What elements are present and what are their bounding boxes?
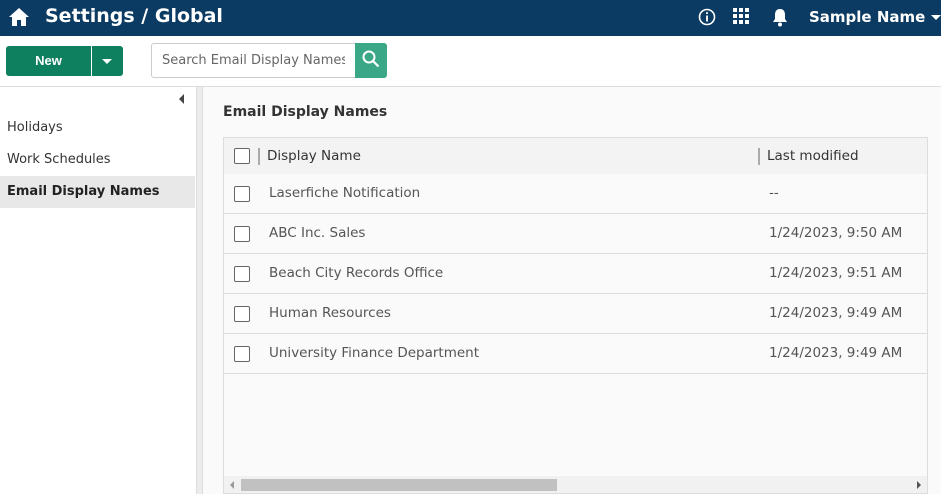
search-input[interactable] <box>151 43 356 78</box>
last-modified-cell: -- <box>769 185 779 201</box>
search-button[interactable] <box>355 43 387 78</box>
row-checkbox[interactable] <box>234 186 250 202</box>
display-name-cell: University Finance Department <box>269 345 480 361</box>
new-button[interactable]: New <box>6 46 91 76</box>
pane-splitter[interactable] <box>196 87 203 494</box>
top-bar: Settings / Global Sample Name <box>0 0 941 36</box>
horizontal-scrollbar[interactable] <box>224 476 927 493</box>
table-row[interactable]: University Finance Department 1/24/2023,… <box>224 334 927 374</box>
last-modified-cell: 1/24/2023, 9:50 AM <box>769 225 903 241</box>
scrollbar-thumb[interactable] <box>241 479 557 491</box>
collapse-sidebar-icon[interactable] <box>179 94 184 104</box>
display-name-cell: Human Resources <box>269 305 391 321</box>
bell-icon[interactable] <box>771 8 789 27</box>
table-row[interactable]: ABC Inc. Sales 1/24/2023, 9:50 AM <box>224 214 927 254</box>
row-checkbox[interactable] <box>234 266 250 282</box>
search-icon <box>362 50 380 68</box>
sidebar: Holidays Work Schedules Email Display Na… <box>0 87 196 494</box>
last-modified-cell: 1/24/2023, 9:49 AM <box>769 345 903 361</box>
scroll-left-icon[interactable] <box>230 481 234 489</box>
row-checkbox[interactable] <box>234 346 250 362</box>
info-icon[interactable] <box>698 8 716 26</box>
section-heading: Email Display Names <box>223 104 388 120</box>
user-name: Sample Name <box>809 8 926 26</box>
scroll-right-icon[interactable] <box>917 481 921 489</box>
table-row[interactable]: Human Resources 1/24/2023, 9:49 AM <box>224 294 927 334</box>
display-name-cell: ABC Inc. Sales <box>269 225 366 241</box>
table-header: Display Name Last modified <box>224 138 927 174</box>
column-divider[interactable] <box>758 148 760 165</box>
last-modified-cell: 1/24/2023, 9:49 AM <box>769 305 903 321</box>
user-menu[interactable]: Sample Name <box>809 8 941 26</box>
last-modified-cell: 1/24/2023, 9:51 AM <box>769 265 903 281</box>
table-row[interactable]: Beach City Records Office 1/24/2023, 9:5… <box>224 254 927 294</box>
display-name-cell: Laserfiche Notification <box>269 185 421 201</box>
row-checkbox[interactable] <box>234 306 250 322</box>
display-names-table: Display Name Last modified Laserfiche No… <box>223 137 928 494</box>
table-row[interactable]: Laserfiche Notification -- <box>224 174 927 214</box>
column-header-display-name[interactable]: Display Name <box>267 148 361 164</box>
caret-down-icon <box>930 15 941 20</box>
page-title: Settings / Global <box>45 5 223 27</box>
sidebar-item-holidays[interactable]: Holidays <box>0 112 195 144</box>
row-checkbox[interactable] <box>234 226 250 242</box>
column-header-last-modified[interactable]: Last modified <box>767 148 859 164</box>
toolbar: New <box>0 36 941 87</box>
select-all-checkbox[interactable] <box>234 148 250 164</box>
column-divider[interactable] <box>258 148 260 165</box>
sidebar-item-work-schedules[interactable]: Work Schedules <box>0 144 195 176</box>
apps-grid-icon[interactable] <box>733 8 750 25</box>
display-name-cell: Beach City Records Office <box>269 265 444 281</box>
sidebar-item-email-display-names[interactable]: Email Display Names <box>0 176 195 208</box>
new-dropdown-button[interactable] <box>92 46 123 76</box>
home-icon[interactable] <box>8 7 30 27</box>
